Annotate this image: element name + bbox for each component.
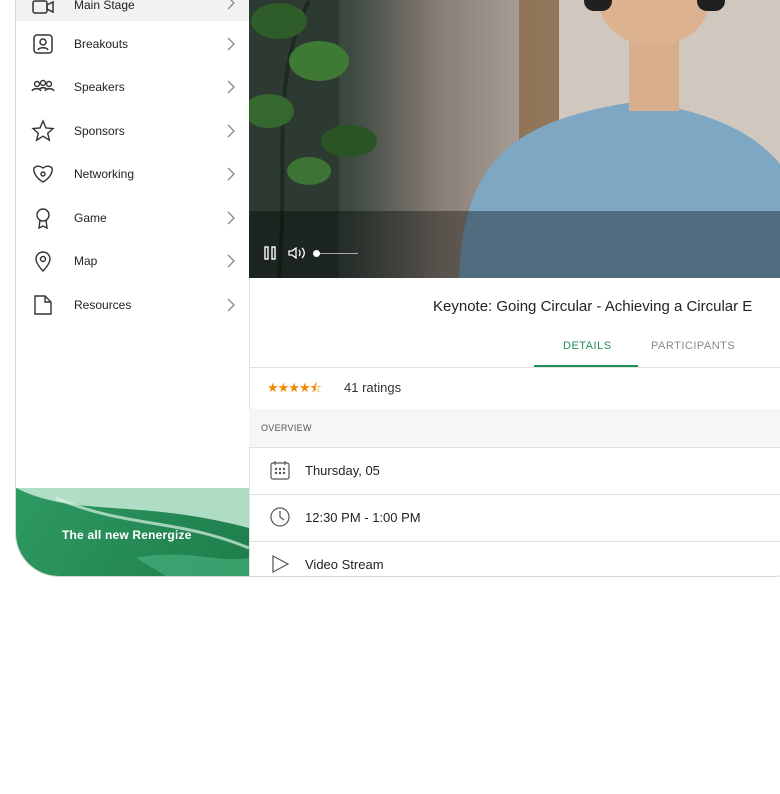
- clock-icon: [269, 506, 291, 528]
- sidebar-item-label: Sponsors: [74, 124, 125, 138]
- chevron-right-icon: [224, 211, 238, 225]
- video-player[interactable]: [249, 0, 780, 278]
- tab-participants[interactable]: PARTICIPANTS: [651, 340, 735, 352]
- sidebar-item-label: Networking: [74, 167, 135, 181]
- play-icon: [269, 553, 291, 575]
- video-camera-icon: [31, 0, 55, 19]
- chevron-right-icon: [224, 37, 238, 51]
- tab-details[interactable]: DETAILS: [563, 340, 612, 352]
- chevron-right-icon: [224, 80, 238, 94]
- session-tabs: DETAILS PARTICIPANTS: [249, 331, 780, 368]
- date-row: Thursday, 05: [249, 447, 780, 495]
- sidebar-item-speakers[interactable]: Speakers: [16, 67, 249, 107]
- sidebar: Main Stage Breakouts Speakers Sponsors N…: [16, 0, 250, 576]
- chevron-right-icon: [224, 254, 238, 268]
- sidebar-item-label: Game: [74, 211, 107, 225]
- star-icon: [31, 119, 55, 143]
- session-stream: Video Stream: [305, 557, 384, 572]
- rating-count: 41 ratings: [344, 380, 402, 395]
- sidebar-item-game[interactable]: Game: [16, 198, 249, 238]
- session-title: Keynote: Going Circular - Achieving a Ci…: [433, 298, 753, 315]
- chevron-right-icon: [224, 167, 238, 181]
- overview-header: OVERVIEW: [249, 409, 780, 448]
- volume-slider[interactable]: [318, 253, 358, 254]
- award-icon: [31, 206, 55, 230]
- main-content: Keynote: Going Circular - Achieving a Ci…: [249, 0, 780, 576]
- video-frame: [249, 0, 780, 278]
- rating-row: ★★★★⯪ 41 ratings: [249, 367, 780, 410]
- volume-icon[interactable]: [287, 245, 307, 266]
- stream-row[interactable]: Video Stream: [249, 541, 780, 576]
- session-date: Thursday, 05: [305, 463, 380, 478]
- sidebar-item-label: Main Stage: [74, 0, 135, 12]
- sidebar-item-map[interactable]: Map: [16, 241, 249, 281]
- sidebar-item-label: Map: [74, 254, 98, 268]
- calendar-icon: [269, 459, 291, 481]
- volume-slider-knob[interactable]: [313, 250, 320, 257]
- session-time: 12:30 PM - 1:00 PM: [305, 510, 421, 525]
- document-icon: [31, 293, 55, 317]
- sidebar-item-resources[interactable]: Resources: [16, 285, 249, 325]
- promo-text: The all new Renergize: [62, 528, 192, 542]
- people-group-icon: [31, 75, 55, 99]
- promo-banner[interactable]: The all new Renergize: [16, 488, 249, 576]
- sidebar-item-label: Speakers: [74, 80, 125, 94]
- app-window: Main Stage Breakouts Speakers Sponsors N…: [15, 0, 780, 577]
- sidebar-item-breakouts[interactable]: Breakouts: [16, 24, 249, 64]
- sidebar-item-networking[interactable]: Networking: [16, 154, 249, 194]
- sidebar-item-main-stage[interactable]: Main Stage: [16, 0, 249, 21]
- chevron-right-icon: [224, 298, 238, 312]
- sidebar-item-label: Breakouts: [74, 37, 129, 51]
- rating-stars[interactable]: ★★★★⯪: [267, 379, 322, 401]
- pause-icon[interactable]: [263, 245, 277, 266]
- map-pin-icon: [31, 249, 55, 273]
- time-row: 12:30 PM - 1:00 PM: [249, 494, 780, 542]
- overview-label: OVERVIEW: [261, 423, 312, 433]
- networking-icon: [31, 162, 55, 186]
- sidebar-item-sponsors[interactable]: Sponsors: [16, 111, 249, 151]
- chevron-right-icon: [224, 124, 238, 138]
- sidebar-item-label: Resources: [74, 298, 132, 312]
- chevron-right-icon: [224, 0, 238, 10]
- person-frame-icon: [31, 32, 55, 56]
